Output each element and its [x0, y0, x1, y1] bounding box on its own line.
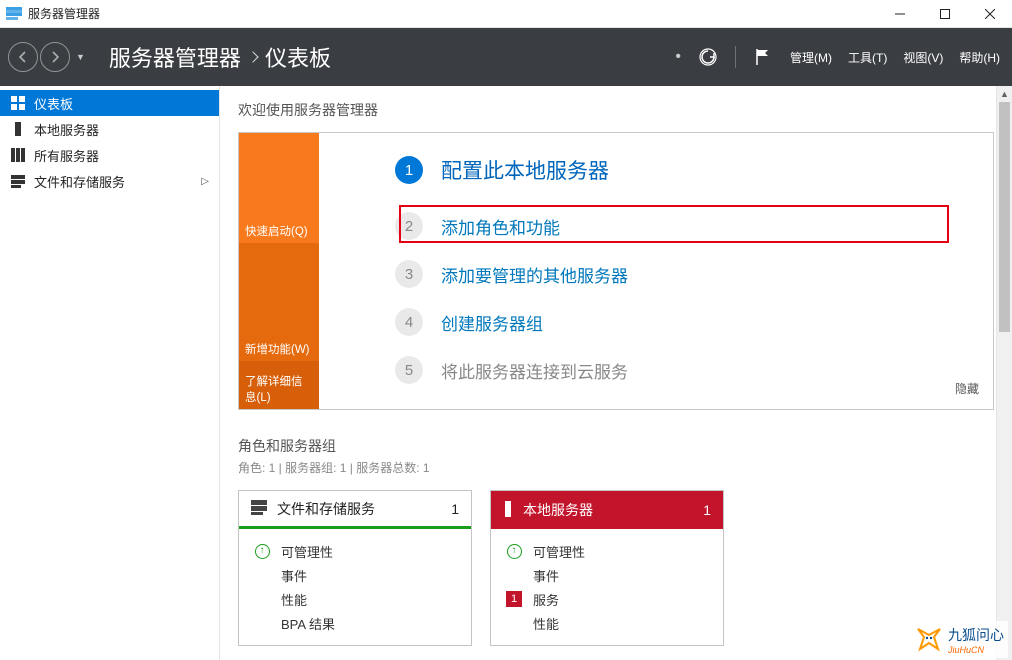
- sidebar-item-label: 所有服务器: [34, 146, 99, 165]
- breadcrumb-app[interactable]: 服务器管理器: [109, 41, 241, 73]
- tile-row-events[interactable]: 事件: [505, 563, 709, 587]
- hide-link[interactable]: 隐藏: [955, 380, 979, 397]
- nav-back-button[interactable]: [8, 42, 38, 72]
- dashboard-icon: [10, 96, 26, 110]
- maximize-button[interactable]: [922, 0, 967, 28]
- server-icon: [503, 501, 513, 520]
- local-server-icon: [10, 122, 26, 136]
- tile-row-services[interactable]: 1服务: [505, 587, 709, 611]
- section-title: 角色和服务器组: [238, 436, 994, 456]
- storage-icon: [10, 174, 26, 188]
- section-subtitle: 角色: 1 | 服务器组: 1 | 服务器总数: 1: [238, 459, 994, 476]
- sidebar-item-label: 文件和存储服务: [34, 172, 125, 191]
- tile-count: 1: [451, 501, 459, 517]
- sidebar-item-dashboard[interactable]: 仪表板: [0, 90, 219, 116]
- tile-title: 文件和存储服务: [277, 499, 375, 519]
- window-titlebar: 服务器管理器: [0, 0, 1012, 28]
- step-label: 添加要管理的其他服务器: [441, 262, 628, 287]
- step-configure-server[interactable]: 1 配置此本地服务器: [395, 155, 967, 185]
- step-number: 5: [395, 356, 423, 384]
- nav-dropdown-icon[interactable]: ▼: [76, 52, 85, 62]
- sidebar-item-all-servers[interactable]: 所有服务器: [0, 142, 219, 168]
- storage-icon: [251, 499, 267, 518]
- error-badge: 1: [506, 591, 522, 607]
- status-ok-icon: ↑: [255, 544, 270, 559]
- tile-row-manageability[interactable]: ↑可管理性: [505, 539, 709, 563]
- tile-file-storage[interactable]: 文件和存储服务 1 ↑可管理性 事件 性能 BPA 结果: [238, 490, 472, 646]
- menu-manage[interactable]: 管理(M): [790, 49, 832, 66]
- step-label: 配置此本地服务器: [441, 155, 609, 185]
- tile-local-server[interactable]: 本地服务器 1 ↑可管理性 事件 1服务 性能: [490, 490, 724, 646]
- welcome-panel: 快速启动(Q) 新增功能(W) 了解详细信息(L) 1 配置此本地服务器 2 添…: [238, 132, 994, 410]
- menu-help[interactable]: 帮助(H): [959, 49, 1000, 66]
- tile-title: 本地服务器: [523, 500, 593, 520]
- window-title: 服务器管理器: [28, 5, 100, 22]
- app-icon: [6, 7, 22, 21]
- menu-view[interactable]: 视图(V): [903, 49, 943, 66]
- watermark-cn: 九狐问心: [948, 627, 1004, 643]
- flag-icon[interactable]: [752, 46, 774, 68]
- breadcrumb: 服务器管理器 仪表板: [109, 41, 331, 73]
- tile-row-bpa[interactable]: BPA 结果: [253, 611, 457, 635]
- status-ok-icon: ↑: [507, 544, 522, 559]
- step-label: 将此服务器连接到云服务: [441, 358, 628, 383]
- fox-icon: [914, 623, 944, 656]
- sidebar: 仪表板 本地服务器 所有服务器 文件和存储服务 ▷: [0, 86, 220, 660]
- vertical-scrollbar[interactable]: ▲: [996, 86, 1012, 660]
- watermark-en: JiuHuCN: [948, 645, 1004, 655]
- watermark-logo: 九狐问心 JiuHuCN: [910, 621, 1008, 658]
- main-content: 欢迎使用服务器管理器 快速启动(Q) 新增功能(W) 了解详细信息(L) 1 配…: [220, 86, 1012, 660]
- menu-separator-dot: •: [675, 48, 681, 66]
- close-button[interactable]: [967, 0, 1012, 28]
- menu-tools[interactable]: 工具(T): [848, 49, 887, 66]
- step-label: 添加角色和功能: [441, 214, 560, 239]
- sidebar-item-label: 仪表板: [34, 94, 73, 113]
- step-number: 3: [395, 260, 423, 288]
- breadcrumb-page[interactable]: 仪表板: [265, 41, 331, 73]
- step-connect-cloud[interactable]: 5 将此服务器连接到云服务: [395, 355, 967, 385]
- scroll-thumb[interactable]: [999, 102, 1010, 332]
- refresh-icon[interactable]: [697, 46, 719, 68]
- learn-more-tab[interactable]: 了解详细信息(L): [239, 361, 319, 409]
- sidebar-item-storage[interactable]: 文件和存储服务 ▷: [0, 168, 219, 194]
- breadcrumb-separator-icon: [249, 50, 257, 64]
- sidebar-item-label: 本地服务器: [34, 120, 99, 139]
- whats-new-tab[interactable]: 新增功能(W): [239, 243, 319, 361]
- sidebar-item-local-server[interactable]: 本地服务器: [0, 116, 219, 142]
- chevron-right-icon: ▷: [201, 176, 209, 187]
- step-add-other-servers[interactable]: 3 添加要管理的其他服务器: [395, 259, 967, 289]
- step-number: 4: [395, 308, 423, 336]
- step-number: 1: [395, 156, 423, 184]
- tile-row-manageability[interactable]: ↑可管理性: [253, 539, 457, 563]
- tile-row-performance[interactable]: 性能: [505, 611, 709, 635]
- header-bar: ▼ 服务器管理器 仪表板 • 管理(M) 工具(T) 视图(V) 帮助(H): [0, 28, 1012, 86]
- tile-row-events[interactable]: 事件: [253, 563, 457, 587]
- step-add-roles[interactable]: 2 添加角色和功能: [395, 211, 967, 241]
- welcome-heading: 欢迎使用服务器管理器: [238, 100, 994, 120]
- scroll-up-button[interactable]: ▲: [997, 86, 1012, 102]
- step-create-group[interactable]: 4 创建服务器组: [395, 307, 967, 337]
- tile-row-performance[interactable]: 性能: [253, 587, 457, 611]
- nav-forward-button[interactable]: [40, 42, 70, 72]
- quick-start-tab[interactable]: 快速启动(Q): [239, 133, 319, 243]
- all-servers-icon: [10, 148, 26, 162]
- header-separator: [735, 46, 736, 68]
- step-number: 2: [395, 212, 423, 240]
- tile-count: 1: [703, 502, 711, 518]
- minimize-button[interactable]: [877, 0, 922, 28]
- step-label: 创建服务器组: [441, 310, 543, 335]
